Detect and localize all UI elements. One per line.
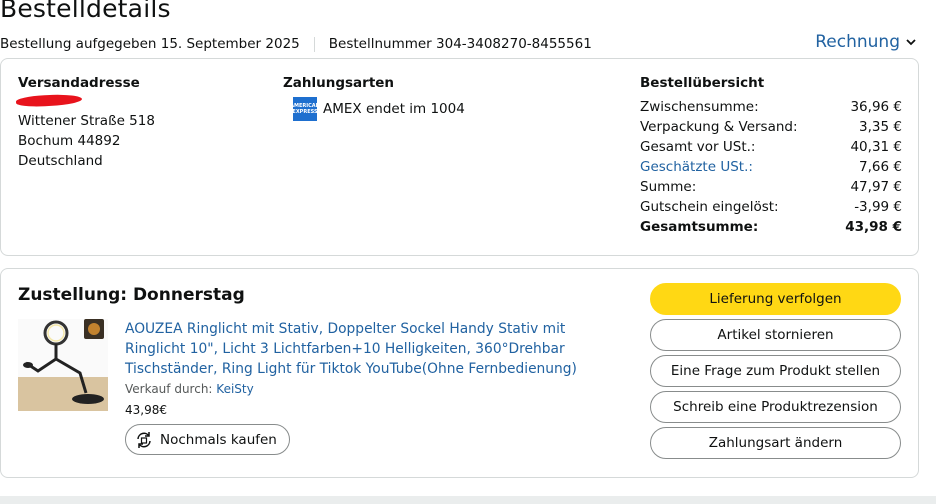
change-payment-button[interactable]: Zahlungsart ändern <box>650 427 901 459</box>
summary-total-row: Gesamtsumme: 43,98 € <box>640 217 902 237</box>
chevron-down-icon <box>906 39 916 46</box>
summary-row: Summe: 47,97 € <box>640 177 902 197</box>
order-date: Bestellung aufgegeben 15. September 2025 <box>0 36 300 52</box>
summary-label: Verpackung & Versand: <box>640 119 798 135</box>
summary-value: 3,35 € <box>859 119 902 135</box>
product-image[interactable] <box>18 319 108 411</box>
buy-again-button[interactable]: Nochmals kaufen <box>125 424 290 455</box>
page-title: Bestelldetails <box>0 0 171 23</box>
summary-row: Verpackung & Versand: 3,35 € <box>640 117 902 137</box>
buy-again-label: Nochmals kaufen <box>160 431 277 448</box>
payment-heading: Zahlungsarten <box>283 75 395 91</box>
order-meta: Bestellung aufgegeben 15. September 2025… <box>0 36 592 52</box>
track-package-button[interactable]: Lieferung verfolgen <box>650 283 901 315</box>
summary-row: Geschätzte USt.: 7,66 € <box>640 157 902 177</box>
address-line: Bochum 44892 <box>18 133 121 149</box>
ask-product-question-button[interactable]: Eine Frage zum Produkt stellen <box>650 355 901 387</box>
summary-row: Gutschein eingelöst: -3,99 € <box>640 197 902 217</box>
seller-link[interactable]: KeiSty <box>216 382 253 396</box>
summary-value: 47,97 € <box>850 179 902 195</box>
shipping-address: Versandadresse Wittener Straße 518 Bochu… <box>15 75 258 171</box>
summary-value: 7,66 € <box>859 159 902 175</box>
summary-row: Gesamt vor USt.: 40,31 € <box>640 137 902 157</box>
summary-label: Gesamt vor USt.: <box>640 139 756 155</box>
shipping-heading: Versandadresse <box>18 75 140 91</box>
summary-heading: Bestellübersicht <box>640 75 765 91</box>
invoice-dropdown[interactable]: Rechnung <box>815 32 916 52</box>
summary-row: Zwischensumme: 36,96 € <box>640 97 902 117</box>
summary-label: Summe: <box>640 179 697 195</box>
amex-card-icon: AMERICAN EXPRESS <box>290 97 320 121</box>
address-line: Deutschland <box>18 153 103 169</box>
summary-label: Gutschein eingelöst: <box>640 199 779 215</box>
product-price: 43,98€ <box>125 403 167 417</box>
buy-again-icon <box>137 431 151 448</box>
invoice-label: Rechnung <box>815 32 900 52</box>
write-review-button[interactable]: Schreib eine Produktrezension <box>650 391 901 423</box>
address-line: Wittener Straße 518 <box>18 113 155 129</box>
delivery-card: Zustellung: Donnerstag AOUZEA Ringlicht … <box>0 268 919 478</box>
delivery-title: Zustellung: Donnerstag <box>18 285 245 305</box>
payment-method-label: AMEX endet im 1004 <box>323 101 465 117</box>
seller-info: Verkauf durch: KeiSty <box>125 382 254 396</box>
summary-value: 36,96 € <box>850 99 902 115</box>
seller-prefix: Verkauf durch: <box>125 382 213 396</box>
order-number: Bestellnummer 304-3408270-8455561 <box>328 36 592 52</box>
summary-value: 40,31 € <box>850 139 902 155</box>
cancel-items-button[interactable]: Artikel stornieren <box>650 319 901 351</box>
payment-methods: Zahlungsarten AMERICAN EXPRESS AMEX ende… <box>283 75 583 121</box>
estimated-tax-link[interactable]: Geschätzte USt.: <box>640 157 753 177</box>
summary-total-value: 43,98 € <box>845 219 902 235</box>
payment-method: AMERICAN EXPRESS AMEX endet im 1004 <box>283 97 583 121</box>
summary-value: -3,99 € <box>854 199 902 215</box>
summary-total-label: Gesamtsumme: <box>640 219 759 235</box>
order-info-card: Versandadresse Wittener Straße 518 Bochu… <box>0 58 919 256</box>
order-actions: Lieferung verfolgen Artikel stornieren E… <box>650 283 901 463</box>
order-summary: Bestellübersicht Zwischensumme: 36,96 € … <box>640 75 902 237</box>
ring-light-icon <box>18 319 108 411</box>
redaction-mark <box>15 93 83 108</box>
product-title-link[interactable]: AOUZEA Ringlicht mit Stativ, Doppelter S… <box>125 319 625 379</box>
summary-label: Zwischensumme: <box>640 99 759 115</box>
redacted-name <box>15 91 258 111</box>
meta-divider <box>313 36 315 52</box>
page-footer-strip <box>0 496 936 504</box>
